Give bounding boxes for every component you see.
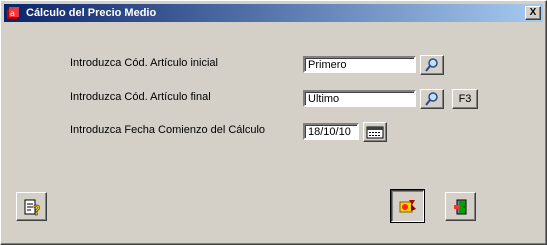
exit-door-icon xyxy=(453,199,466,214)
close-icon: X xyxy=(529,7,537,18)
f3-button[interactable]: F3 xyxy=(452,89,478,109)
execute-button[interactable] xyxy=(390,189,425,223)
search-articulo-final-button[interactable] xyxy=(420,89,444,109)
calculate-icon xyxy=(399,200,416,213)
svg-text:?: ? xyxy=(33,204,41,217)
magnifier-icon xyxy=(425,92,438,106)
fecha-label: Introduzca Fecha Comienzo del Cálculo xyxy=(70,124,266,136)
search-articulo-inicial-button[interactable] xyxy=(420,55,444,75)
help-button[interactable]: ? xyxy=(16,192,47,221)
title-bar: a Cálculo del Precio Medio X xyxy=(4,4,543,22)
articulo-inicial-label: Introduzca Cód. Artículo inicial xyxy=(70,57,218,69)
close-button[interactable]: X xyxy=(525,6,541,20)
articulo-final-input[interactable]: Ultimo xyxy=(303,90,416,107)
articulo-inicial-input[interactable]: Primero xyxy=(303,56,416,73)
window-title: Cálculo del Precio Medio xyxy=(26,7,157,19)
f3-label: F3 xyxy=(458,93,472,105)
calendar-button[interactable] xyxy=(363,122,387,142)
calendar-icon xyxy=(366,126,384,139)
magnifier-icon xyxy=(425,58,438,72)
fecha-input[interactable]: 18/10/10 xyxy=(303,123,359,140)
articulo-final-label: Introduzca Cód. Artículo final xyxy=(70,91,211,103)
exit-button[interactable] xyxy=(445,192,476,221)
app-icon: a xyxy=(6,5,22,21)
svg-text:a: a xyxy=(10,9,15,18)
dialog-window: a Cálculo del Precio Medio X Introduzca … xyxy=(0,0,547,245)
help-icon: ? xyxy=(24,199,41,217)
